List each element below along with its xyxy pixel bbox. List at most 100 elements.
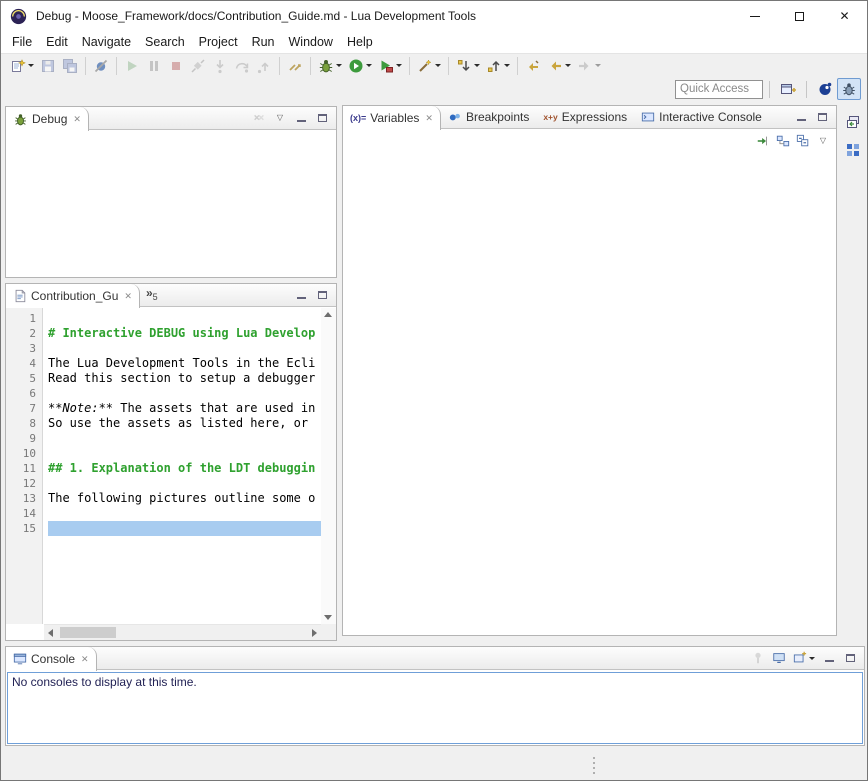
run-button[interactable] [345, 55, 375, 77]
horizontal-scrollbar[interactable] [44, 624, 321, 640]
show-logical-structure-button[interactable] [776, 134, 790, 148]
editor-line[interactable]: The Lua Development Tools in the Ecli [44, 356, 321, 371]
last-edit-location-button[interactable] [522, 55, 544, 77]
remove-all-icon [252, 111, 266, 125]
close-tab-icon[interactable]: ✕ [73, 114, 81, 125]
tab-debug[interactable]: Debug ✕ [6, 107, 89, 131]
open-perspective-button[interactable] [776, 78, 800, 100]
open-console-button[interactable] [793, 651, 815, 665]
menu-help[interactable]: Help [340, 33, 380, 51]
restore-view-button[interactable] [842, 111, 864, 133]
editor-line[interactable]: **Note:** The assets that are used in [44, 401, 321, 416]
editor-line[interactable] [44, 311, 321, 326]
debug-button[interactable] [315, 55, 345, 77]
console-tabbar: Console ✕ [6, 647, 864, 670]
dropdown-arrow-icon[interactable] [435, 64, 441, 67]
editor-line[interactable] [44, 446, 321, 461]
view-menu-button[interactable]: ▽ [816, 134, 830, 148]
editor-line[interactable] [44, 341, 321, 356]
use-step-filters-button[interactable] [284, 55, 306, 77]
window-minimize-button[interactable] [732, 1, 777, 31]
search-wand-button[interactable] [414, 55, 444, 77]
maximize-view-button[interactable] [315, 288, 329, 302]
tab-interactive-console[interactable]: Interactive Console [634, 106, 769, 128]
collapse-all-button[interactable] [796, 134, 810, 148]
tab-variables[interactable]: (x)= Variables ✕ [343, 106, 441, 130]
editor-line[interactable] [44, 431, 321, 446]
minimize-view-button[interactable] [822, 651, 836, 665]
scroll-right-icon[interactable] [312, 629, 317, 637]
editor-line[interactable] [44, 506, 321, 521]
close-tab-icon[interactable]: ✕ [124, 291, 132, 302]
resume-icon [124, 58, 140, 74]
editor-line[interactable]: The following pictures outline some o [44, 491, 321, 506]
minimize-view-button[interactable] [294, 288, 308, 302]
lua-perspective-button[interactable] [813, 78, 837, 100]
external-tools-button[interactable] [375, 55, 405, 77]
dropdown-arrow-icon[interactable] [809, 657, 815, 660]
menu-run[interactable]: Run [245, 33, 282, 51]
display-console-icon [772, 651, 786, 665]
quick-access-input[interactable] [675, 80, 763, 99]
dropdown-arrow-icon[interactable] [396, 64, 402, 67]
view-menu-button[interactable]: ▽ [273, 111, 287, 125]
debug-view-tabbar: Debug ✕ ▽ [6, 107, 336, 130]
menu-window[interactable]: Window [282, 33, 340, 51]
close-tab-icon[interactable]: ✕ [81, 654, 89, 665]
editor-line[interactable]: So use the assets as listed here, or [44, 416, 321, 431]
scrollbar-thumb[interactable] [60, 627, 116, 638]
dropdown-arrow-icon[interactable] [366, 64, 372, 67]
editor-line[interactable]: ## 1. Explanation of the LDT debuggin [44, 461, 321, 476]
editor-line[interactable] [44, 476, 321, 491]
show-type-names-button[interactable] [756, 134, 770, 148]
menu-project[interactable]: Project [192, 33, 245, 51]
tab-breakpoints[interactable]: Breakpoints [441, 106, 536, 128]
skip-all-breakpoints-button[interactable] [90, 55, 112, 77]
menu-edit[interactable]: Edit [39, 33, 75, 51]
window-close-button[interactable]: ✕ [822, 1, 867, 31]
editor-line[interactable] [44, 386, 321, 401]
dropdown-arrow-icon[interactable] [565, 64, 571, 67]
maximize-view-button[interactable] [315, 111, 329, 125]
code-area[interactable]: # Interactive DEBUG using Lua Develop Th… [44, 308, 321, 624]
back-button[interactable] [544, 55, 574, 77]
debug-perspective-button[interactable] [837, 78, 861, 100]
dropdown-arrow-icon[interactable] [504, 64, 510, 67]
scroll-down-icon[interactable] [324, 615, 332, 620]
console-view-icon [13, 652, 27, 666]
console-content[interactable]: No consoles to display at this time. [7, 672, 863, 744]
vertical-scrollbar[interactable] [321, 308, 336, 624]
menu-navigate[interactable]: Navigate [75, 33, 138, 51]
bottom-trim-drag-handle[interactable] [593, 757, 596, 775]
tab-contribution-guide[interactable]: Contribution_Gu ✕ [6, 284, 140, 308]
maximize-view-button[interactable] [843, 651, 857, 665]
editor-line[interactable]: # Interactive DEBUG using Lua Develop [44, 326, 321, 341]
maximize-view-button[interactable] [815, 110, 829, 124]
menu-file[interactable]: File [5, 33, 39, 51]
previous-annotation-button[interactable] [483, 55, 513, 77]
debug-view-content[interactable] [6, 131, 336, 277]
editor-line[interactable]: Read this section to setup a debugger [44, 371, 321, 386]
minimize-view-button[interactable] [294, 111, 308, 125]
open-console-icon [793, 651, 807, 665]
minimize-view-button[interactable] [794, 110, 808, 124]
editor-line-selected[interactable] [44, 521, 321, 536]
dropdown-arrow-icon[interactable] [474, 64, 480, 67]
next-annotation-button[interactable] [453, 55, 483, 77]
line-text: Read this section to setup a debugger [48, 371, 315, 385]
scroll-left-icon[interactable] [48, 629, 53, 637]
dropdown-arrow-icon[interactable] [336, 64, 342, 67]
close-tab-icon[interactable]: ✕ [425, 113, 433, 124]
new-wizard-button[interactable] [7, 55, 37, 77]
tab-console[interactable]: Console ✕ [6, 647, 97, 671]
menu-search[interactable]: Search [138, 33, 192, 51]
scroll-up-icon[interactable] [324, 312, 332, 317]
line-number-ruler[interactable]: 1 2 3 4 5 6 7 8 9 10 11 12 13 14 15 [6, 308, 43, 624]
display-selected-console-button[interactable] [772, 651, 786, 665]
variables-view-content[interactable] [343, 154, 836, 635]
editor-tab-overflow-button[interactable]: » 5 [140, 284, 162, 306]
window-maximize-button[interactable] [777, 1, 822, 31]
tab-expressions[interactable]: x+y Expressions [536, 106, 634, 128]
dropdown-arrow-icon[interactable] [28, 64, 34, 67]
minimized-view-button[interactable] [842, 139, 864, 161]
